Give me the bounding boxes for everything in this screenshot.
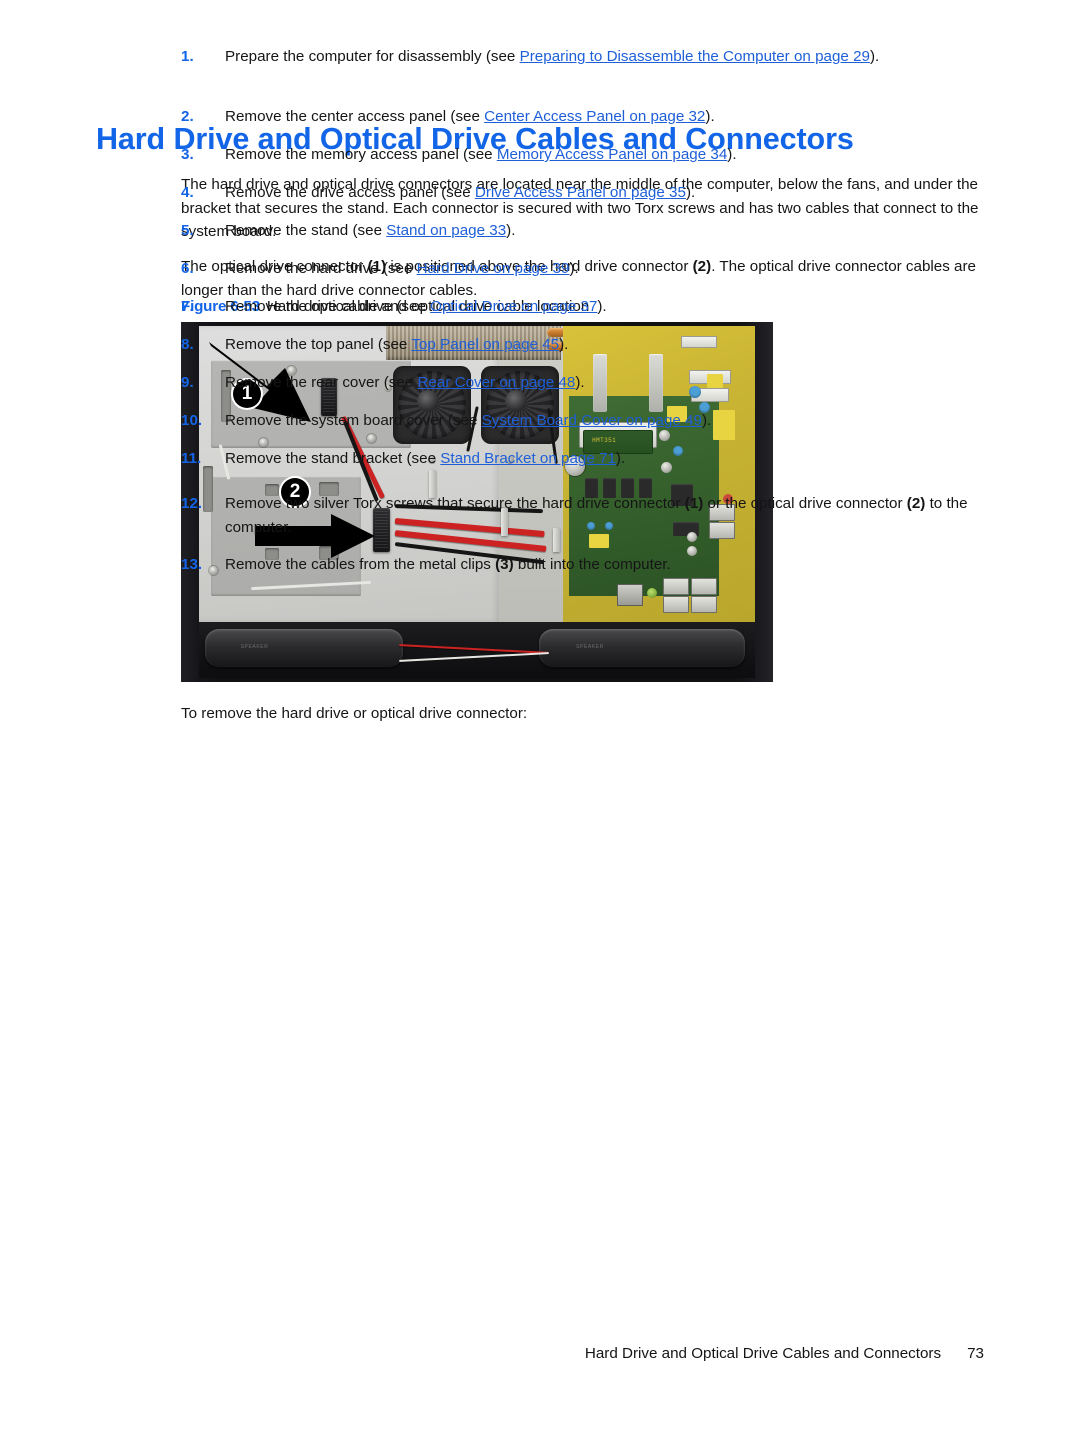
footer-page-number: 73 (967, 1345, 984, 1362)
list-item-text: Remove the stand (see Stand on page 33). (225, 219, 981, 243)
callout-ref-2: (2) (906, 495, 926, 512)
step-text-pre: Remove the cables from the metal clips (225, 556, 496, 573)
list-item-number: 1. (181, 48, 194, 65)
list-item-number: 9. (181, 374, 194, 391)
usb-port (691, 578, 717, 595)
list-item-number: 13. (181, 556, 203, 573)
list-item: 7. Remove the optical drive (see Optical… (181, 295, 981, 319)
list-item-number: 12. (181, 495, 203, 512)
callout-ref-1: (1) (684, 495, 704, 512)
xref-link[interactable]: Stand Bracket on page 71 (440, 450, 616, 467)
list-item-text: Remove two silver Torx screws that secur… (225, 492, 981, 539)
step-text-post: ). (506, 222, 516, 239)
screw-hole (259, 438, 268, 447)
list-item-number: 2. (181, 108, 194, 125)
list-item-number: 8. (181, 336, 194, 353)
xref-link[interactable]: Stand on page 33 (386, 222, 506, 239)
step-text-post: ). (597, 298, 607, 315)
list-item-number: 11. (181, 450, 202, 467)
list-item-text: Remove the drive access panel (see Drive… (225, 181, 981, 205)
step-text-post: ). (685, 184, 696, 201)
xref-link[interactable]: Hard Drive on page 39 (417, 260, 570, 277)
step-text-pre: Prepare the computer for disassembly (se… (225, 48, 520, 65)
list-item-text: Remove the hard drive (see Hard Drive on… (225, 257, 981, 281)
list-item-text: Remove the optical drive (see Optical Dr… (225, 295, 981, 319)
list-item-number: 3. (181, 146, 194, 163)
step-text-pre: Remove the top panel (see (225, 336, 412, 353)
list-item: 10. Remove the system board cover (see S… (181, 409, 981, 433)
usb-port (663, 596, 689, 613)
list-item-text: Remove the cables from the metal clips (… (225, 553, 981, 577)
step-text-mid: or the optical drive connector (703, 495, 907, 512)
step-text-pre: Remove the center access panel (see (225, 108, 485, 125)
xref-link[interactable]: Memory Access Panel on page 34 (497, 146, 727, 163)
step-text-post: ). (701, 412, 712, 429)
list-item: 13. Remove the cables from the metal cli… (181, 553, 981, 577)
ethernet-port (617, 584, 643, 606)
step-text-pre: Remove the drive access panel (see (225, 184, 475, 201)
step-text-pre: Remove the stand (see (225, 222, 387, 239)
step-text-pre: Remove the system board cover (see (225, 412, 482, 429)
step-text-post: built into the computer. (513, 556, 671, 573)
xref-link[interactable]: Top Panel on page 45 (411, 336, 559, 353)
step-text-post: ). (727, 146, 737, 163)
speaker-marking: SPEAKER (576, 644, 604, 651)
xref-link[interactable]: Optical Drive on page 37 (430, 298, 597, 315)
list-item: 4. Remove the drive access panel (see Dr… (181, 181, 981, 205)
speaker-cable (399, 652, 549, 662)
memory-module-label: HMT351 (592, 437, 617, 445)
speaker-bay: SPEAKER SPEAKER (199, 622, 755, 678)
list-item-number: 6. (181, 260, 194, 277)
list-item: 5. Remove the stand (see Stand on page 3… (181, 219, 981, 243)
usb-port (691, 596, 717, 613)
page-footer: Hard Drive and Optical Drive Cables and … (96, 1345, 984, 1362)
list-item-text: Remove the center access panel (see Cent… (225, 105, 981, 129)
footer-title: Hard Drive and Optical Drive Cables and … (584, 1345, 942, 1362)
step-text-post: ). (575, 374, 585, 391)
list-item: 2. Remove the center access panel (see C… (181, 105, 981, 129)
list-item: 3. Remove the memory access panel (see M… (181, 143, 981, 167)
step-text-post: ). (615, 450, 626, 467)
document-page: Hard Drive and Optical Drive Cables and … (0, 0, 1080, 1437)
list-item-text: Remove the system board cover (see Syste… (225, 409, 981, 433)
list-item-text: Remove the rear cover (see Rear Cover on… (225, 371, 981, 395)
audio-jack (647, 588, 657, 598)
step-text-post: ). (869, 48, 880, 65)
speaker-marking: SPEAKER (240, 644, 269, 651)
step-text-post: ). (559, 336, 569, 353)
xref-link[interactable]: System Board Cover on page 49 (482, 412, 702, 429)
list-item-number: 7. (181, 298, 194, 315)
step-text-pre: Remove the hard drive (see (225, 260, 417, 277)
list-item-text: Remove the top panel (see Top Panel on p… (225, 333, 981, 357)
step-text-post: ). (569, 260, 579, 277)
list-item: 9. Remove the rear cover (see Rear Cover… (181, 371, 981, 395)
step-text-pre: Remove two silver Torx screws that secur… (225, 495, 685, 512)
list-item-number: 10. (181, 412, 203, 429)
step-text-pre: Remove the rear cover (see (225, 374, 418, 391)
list-item: 11. Remove the stand bracket (see Stand … (181, 447, 981, 471)
xref-link[interactable]: Preparing to Disassemble the Computer on… (520, 48, 870, 65)
list-item-text: Prepare the computer for disassembly (se… (225, 45, 981, 69)
callout-ref-3: (3) (495, 556, 514, 573)
step-text-pre: Remove the stand bracket (see (225, 450, 441, 467)
step-text-pre: Remove the memory access panel (see (225, 146, 497, 163)
list-item: 8. Remove the top panel (see Top Panel o… (181, 333, 981, 357)
list-item-number: 5. (181, 222, 194, 239)
speaker-left: SPEAKER (205, 629, 403, 667)
xref-link[interactable]: Drive Access Panel on page 35 (475, 184, 686, 201)
list-item-text: Remove the stand bracket (see Stand Brac… (225, 447, 981, 471)
step-text-pre: Remove the optical drive (see (225, 298, 431, 315)
usb-port (663, 578, 689, 595)
xref-link[interactable]: Rear Cover on page 48 (417, 374, 575, 391)
list-item: 12. Remove two silver Torx screws that s… (181, 492, 981, 539)
speaker-right: SPEAKER (539, 629, 745, 667)
step-text-post: ). (705, 108, 715, 125)
list-item: 6. Remove the hard drive (see Hard Drive… (181, 257, 981, 281)
lead-in-paragraph: To remove the hard drive or optical driv… (181, 705, 528, 723)
list-item: 1. Prepare the computer for disassembly … (181, 45, 981, 69)
xref-link[interactable]: Center Access Panel on page 32 (484, 108, 705, 125)
list-item-text: Remove the memory access panel (see Memo… (225, 143, 981, 167)
list-item-number: 4. (181, 184, 194, 201)
screw-hole (367, 434, 376, 443)
